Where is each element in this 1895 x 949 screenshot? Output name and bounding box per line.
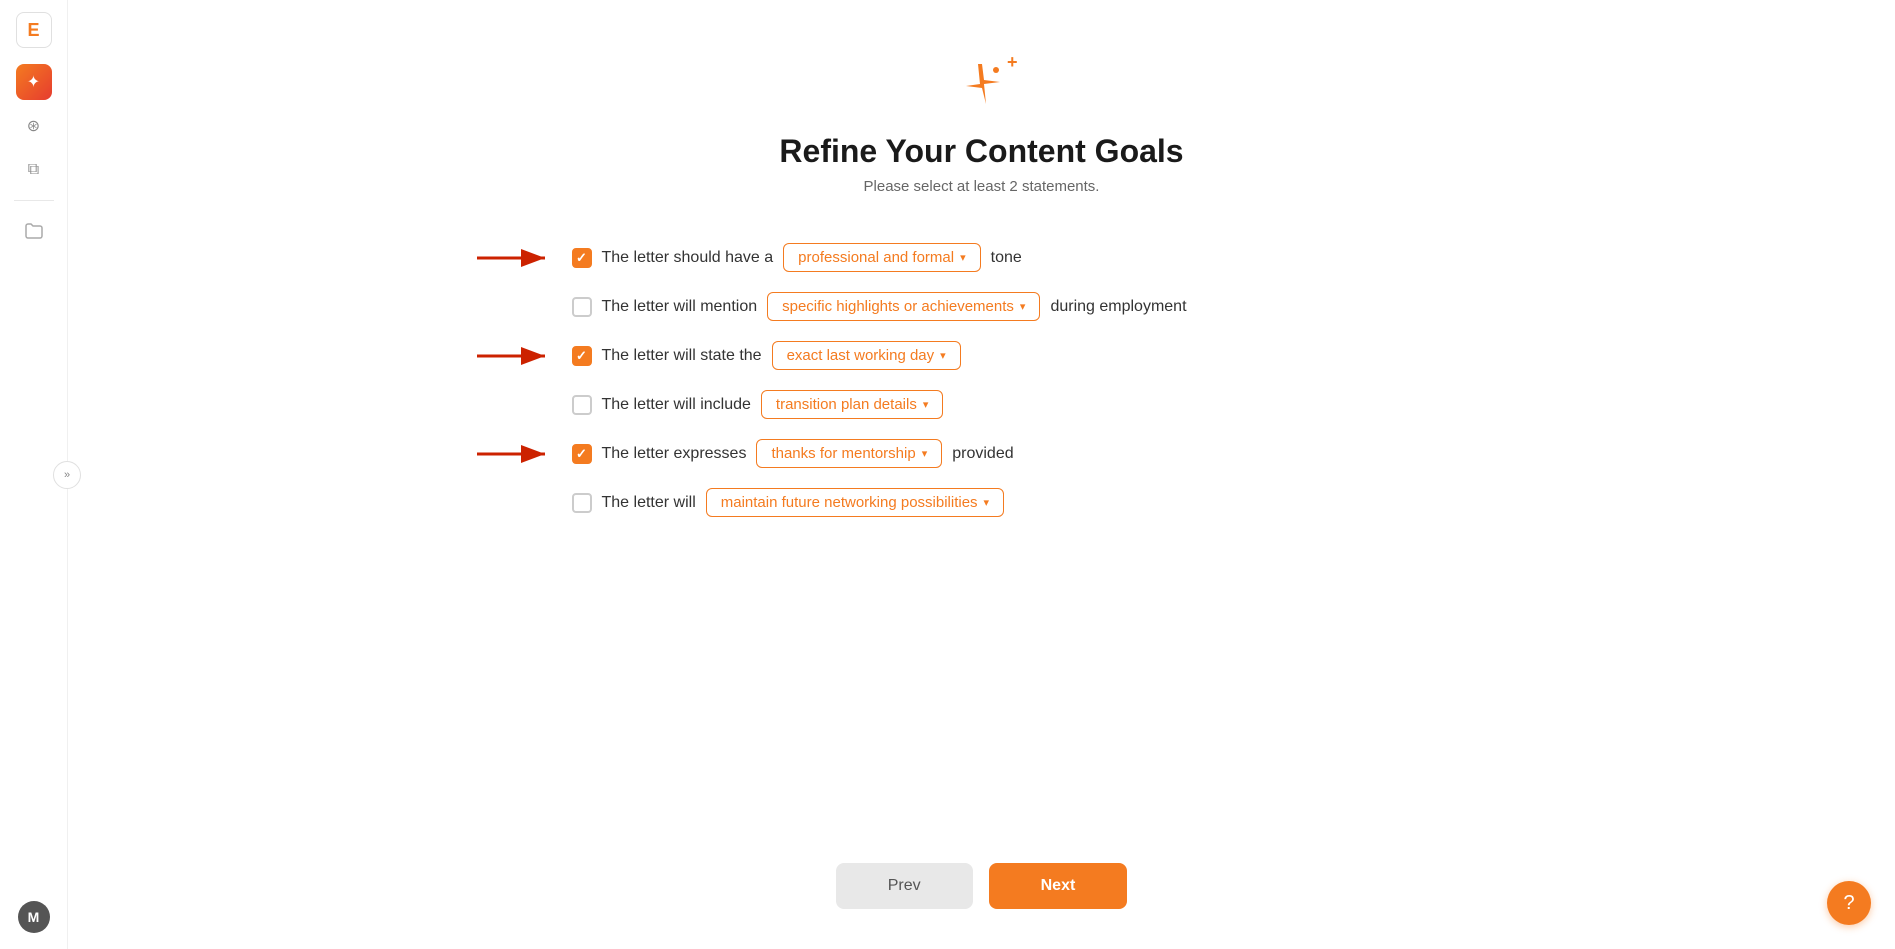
folder-icon[interactable]	[16, 213, 52, 249]
dropdown-networking[interactable]: maintain future networking possibilities…	[706, 488, 1004, 517]
page-title: Refine Your Content Goals	[779, 133, 1183, 170]
chevron-down-icon: ▾	[940, 349, 946, 362]
sidebar: E ✦ ⊛ ⧉ » M	[0, 0, 68, 949]
dropdown-highlights[interactable]: specific highlights or achievements▾	[767, 292, 1040, 321]
chevron-down-icon: ▾	[984, 496, 990, 509]
checkbox-mentorship[interactable]	[572, 444, 592, 464]
arrow-mentorship	[477, 439, 557, 469]
statement-row-tone: The letter should have a professional and…	[572, 243, 1392, 272]
dropdown-tone[interactable]: professional and formal▾	[783, 243, 980, 272]
statement-suffix-tone: tone	[991, 249, 1022, 267]
statement-suffix-highlights: during employment	[1050, 298, 1186, 316]
checkbox-transition[interactable]	[572, 395, 592, 415]
statement-row-networking: The letter will maintain future networkin…	[572, 488, 1392, 517]
statement-row-lastday: The letter will state the exact last work…	[572, 341, 1392, 370]
statement-row-highlights: The letter will mention specific highligh…	[572, 292, 1392, 321]
statement-prefix-lastday: The letter will state the	[602, 347, 762, 365]
dropdown-mentorship[interactable]: thanks for mentorship▾	[756, 439, 942, 468]
page-subtitle: Please select at least 2 statements.	[864, 178, 1100, 195]
checkbox-tone[interactable]	[572, 248, 592, 268]
dropdown-lastday[interactable]: exact last working day▾	[772, 341, 961, 370]
statement-prefix-transition: The letter will include	[602, 396, 751, 414]
webhook-nav-icon[interactable]: ⊛	[16, 108, 52, 144]
bottom-bar: Prev Next	[836, 863, 1128, 909]
chevron-down-icon: ▾	[960, 251, 966, 264]
statement-prefix-networking: The letter will	[602, 494, 696, 512]
statements-list: The letter should have a professional and…	[572, 243, 1392, 517]
document-nav-icon[interactable]: ⧉	[16, 152, 52, 188]
statement-row-mentorship: The letter expresses thanks for mentorshi…	[572, 439, 1392, 468]
statement-row-transition: The letter will include transition plan d…	[572, 390, 1392, 419]
app-logo[interactable]: E	[16, 12, 52, 48]
chevron-down-icon: ▾	[922, 447, 928, 460]
statement-prefix-mentorship: The letter expresses	[602, 445, 747, 463]
arrow-tone	[477, 243, 557, 273]
chevron-down-icon: ▾	[1020, 300, 1026, 313]
chevron-down-icon: ▾	[923, 398, 929, 411]
checkbox-lastday[interactable]	[572, 346, 592, 366]
magic-nav-icon[interactable]: ✦	[16, 64, 52, 100]
statement-suffix-mentorship: provided	[952, 445, 1013, 463]
dropdown-transition[interactable]: transition plan details▾	[761, 390, 943, 419]
user-avatar[interactable]: M	[18, 901, 50, 933]
main-content: Refine Your Content Goals Please select …	[68, 0, 1895, 949]
support-button[interactable]: ?	[1827, 881, 1871, 925]
sparkle-icon	[958, 60, 1006, 117]
checkbox-highlights[interactable]	[572, 297, 592, 317]
next-button[interactable]: Next	[989, 863, 1128, 909]
arrow-lastday	[477, 341, 557, 371]
checkbox-networking[interactable]	[572, 493, 592, 513]
statement-prefix-tone: The letter should have a	[602, 249, 774, 267]
sidebar-divider	[14, 200, 54, 201]
statement-prefix-highlights: The letter will mention	[602, 298, 758, 316]
sidebar-collapse-button[interactable]: »	[53, 461, 81, 489]
prev-button[interactable]: Prev	[836, 863, 973, 909]
